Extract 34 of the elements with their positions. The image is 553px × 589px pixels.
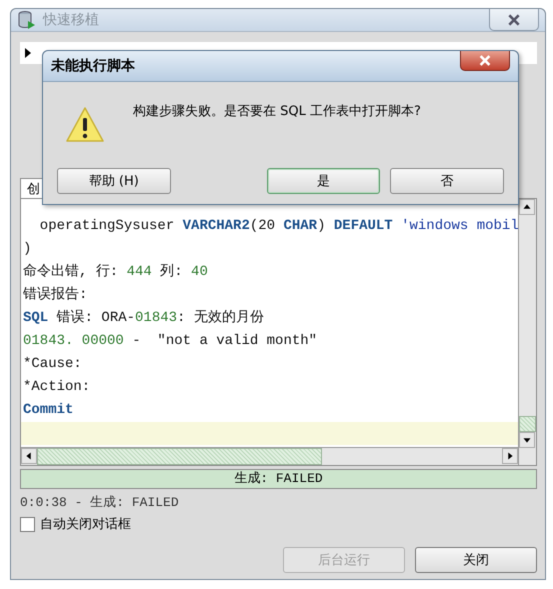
close-icon[interactable]	[507, 14, 521, 26]
dialog-message: 构建步骤失败。是否要在 SQL 工作表中打开脚本?	[133, 103, 421, 120]
warning-icon	[65, 106, 105, 144]
scroll-right-icon[interactable]	[502, 448, 518, 464]
close-button[interactable]	[489, 9, 539, 31]
horizontal-scrollbar[interactable]	[21, 447, 518, 465]
scroll-down-icon[interactable]	[519, 432, 535, 448]
checkbox[interactable]	[20, 516, 35, 532]
dialog-button[interactable]: 是	[266, 168, 380, 194]
code-line: Commit	[22, 401, 74, 420]
code-line: SQL 错误: ORA-01843: 无效的月份	[22, 308, 265, 328]
expand-icon[interactable]	[24, 48, 32, 58]
vertical-scrollbar[interactable]	[518, 199, 536, 465]
code-line: operatingSysuser VARCHAR2(20 CHAR) DEFAULT 'windows mobil	[38, 217, 518, 236]
code-line: *Cause:	[22, 355, 83, 374]
code-line: 01843. 00000 - "not a valid month"	[22, 332, 318, 351]
elapsed-status-text: 0:0:38 - 生成: FAILED	[20, 494, 180, 511]
database-icon	[17, 10, 37, 30]
dialog-title: 未能执行脚本	[51, 57, 135, 75]
window-title: 快速移植	[43, 11, 99, 29]
dialog-button[interactable]: 帮助 (H)	[57, 168, 171, 194]
code-line: 命令出错, 行: 444 列: 40	[22, 262, 209, 282]
dialog-button[interactable]: 否	[390, 168, 504, 194]
close-button[interactable]	[460, 51, 510, 71]
code-line: *Action:	[22, 378, 92, 397]
checkbox-label: 自动关闭对话框	[40, 516, 131, 533]
scroll-left-icon[interactable]	[21, 448, 37, 464]
code-line: 错误报告:	[22, 285, 88, 305]
scroll-thumb[interactable]	[519, 416, 536, 432]
dialog-button[interactable]: 关闭	[415, 547, 537, 573]
scroll-thumb[interactable]	[37, 448, 322, 465]
code-line: )	[22, 240, 32, 259]
status-bar: 生成: FAILED	[20, 469, 537, 489]
scroll-up-icon[interactable]	[519, 199, 535, 215]
